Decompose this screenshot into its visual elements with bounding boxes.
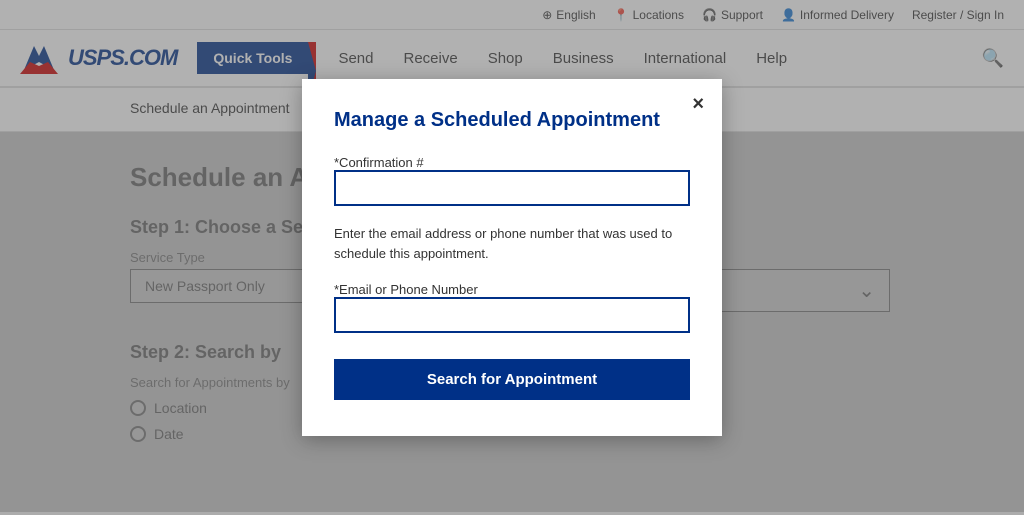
email-phone-label: *Email or Phone Number [334,282,478,297]
modal-close-button[interactable]: × [692,93,704,116]
help-text: Enter the email address or phone number … [334,224,690,263]
search-appointment-button[interactable]: Search for Appointment [334,359,690,400]
modal-title: Manage a Scheduled Appointment [334,109,690,132]
modal-overlay: × Manage a Scheduled Appointment *Confir… [0,0,1024,515]
modal-box: × Manage a Scheduled Appointment *Confir… [302,79,722,436]
email-phone-input[interactable] [334,297,690,333]
confirmation-label: *Confirmation # [334,155,424,170]
confirmation-input[interactable] [334,170,690,206]
